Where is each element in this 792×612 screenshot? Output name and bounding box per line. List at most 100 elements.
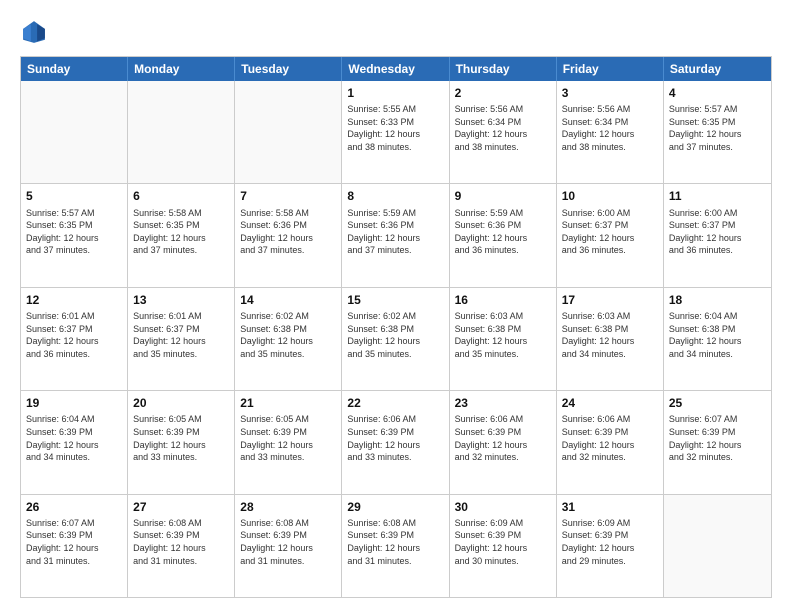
day-cell-14: 14Sunrise: 6:02 AM Sunset: 6:38 PM Dayli…: [235, 288, 342, 390]
day-number: 11: [669, 188, 766, 204]
day-number: 7: [240, 188, 336, 204]
day-cell-8: 8Sunrise: 5:59 AM Sunset: 6:36 PM Daylig…: [342, 184, 449, 286]
day-cell-4: 4 Sunrise: 5:57 AM Sunset: 6:35 PM Daylig…: [664, 81, 771, 183]
empty-cell-0-1: [128, 81, 235, 183]
calendar: SundayMondayTuesdayWednesdayThursdayFrid…: [20, 56, 772, 598]
day-number: 24: [562, 395, 658, 411]
day-number: 4: [669, 85, 766, 101]
calendar-row-1: 1 Sunrise: 5:55 AM Sunset: 6:33 PM Daylig…: [21, 81, 771, 184]
day-details: Sunrise: 6:00 AM Sunset: 6:37 PM Dayligh…: [669, 207, 766, 257]
weekday-header-sunday: Sunday: [21, 57, 128, 81]
weekday-header-monday: Monday: [128, 57, 235, 81]
day-details: Sunrise: 5:57 AM Sunset: 6:35 PM Dayligh…: [669, 103, 766, 153]
day-number: 26: [26, 499, 122, 515]
day-cell-17: 17Sunrise: 6:03 AM Sunset: 6:38 PM Dayli…: [557, 288, 664, 390]
day-number: 22: [347, 395, 443, 411]
empty-cell-0-2: [235, 81, 342, 183]
day-details: Sunrise: 6:07 AM Sunset: 6:39 PM Dayligh…: [669, 413, 766, 463]
day-details: Sunrise: 5:55 AM Sunset: 6:33 PM Dayligh…: [347, 103, 443, 153]
day-details: Sunrise: 5:58 AM Sunset: 6:36 PM Dayligh…: [240, 207, 336, 257]
day-number: 10: [562, 188, 658, 204]
day-number: 5: [26, 188, 122, 204]
day-number: 23: [455, 395, 551, 411]
day-cell-3: 3 Sunrise: 5:56 AM Sunset: 6:34 PM Daylig…: [557, 81, 664, 183]
day-details: Sunrise: 6:01 AM Sunset: 6:37 PM Dayligh…: [26, 310, 122, 360]
day-cell-23: 23 Sunrise: 6:06 AM Sunset: 6:39 PM Dayli…: [450, 391, 557, 493]
day-details: Sunrise: 6:03 AM Sunset: 6:38 PM Dayligh…: [455, 310, 551, 360]
day-number: 13: [133, 292, 229, 308]
day-number: 6: [133, 188, 229, 204]
calendar-row-2: 5 Sunrise: 5:57 AM Sunset: 6:35 PM Daylig…: [21, 184, 771, 287]
day-cell-19: 19 Sunrise: 6:04 AM Sunset: 6:39 PM Dayli…: [21, 391, 128, 493]
day-cell-18: 18Sunrise: 6:04 AM Sunset: 6:38 PM Dayli…: [664, 288, 771, 390]
day-cell-15: 15 Sunrise: 6:02 AM Sunset: 6:38 PM Dayli…: [342, 288, 449, 390]
day-details: Sunrise: 6:03 AM Sunset: 6:38 PM Dayligh…: [562, 310, 658, 360]
day-cell-30: 30 Sunrise: 6:09 AM Sunset: 6:39 PM Dayli…: [450, 495, 557, 597]
day-details: Sunrise: 5:57 AM Sunset: 6:35 PM Dayligh…: [26, 207, 122, 257]
day-details: Sunrise: 6:08 AM Sunset: 6:39 PM Dayligh…: [133, 517, 229, 567]
day-cell-1: 1 Sunrise: 5:55 AM Sunset: 6:33 PM Daylig…: [342, 81, 449, 183]
day-cell-16: 16 Sunrise: 6:03 AM Sunset: 6:38 PM Dayli…: [450, 288, 557, 390]
day-number: 20: [133, 395, 229, 411]
day-number: 2: [455, 85, 551, 101]
day-cell-13: 13 Sunrise: 6:01 AM Sunset: 6:37 PM Dayli…: [128, 288, 235, 390]
day-details: Sunrise: 5:59 AM Sunset: 6:36 PM Dayligh…: [347, 207, 443, 257]
calendar-row-3: 12 Sunrise: 6:01 AM Sunset: 6:37 PM Dayli…: [21, 288, 771, 391]
day-cell-31: 31Sunrise: 6:09 AM Sunset: 6:39 PM Dayli…: [557, 495, 664, 597]
day-details: Sunrise: 6:02 AM Sunset: 6:38 PM Dayligh…: [240, 310, 336, 360]
day-number: 12: [26, 292, 122, 308]
day-cell-29: 29 Sunrise: 6:08 AM Sunset: 6:39 PM Dayli…: [342, 495, 449, 597]
day-cell-10: 10 Sunrise: 6:00 AM Sunset: 6:37 PM Dayli…: [557, 184, 664, 286]
day-cell-22: 22 Sunrise: 6:06 AM Sunset: 6:39 PM Dayli…: [342, 391, 449, 493]
day-details: Sunrise: 6:00 AM Sunset: 6:37 PM Dayligh…: [562, 207, 658, 257]
day-details: Sunrise: 6:09 AM Sunset: 6:39 PM Dayligh…: [455, 517, 551, 567]
day-cell-25: 25Sunrise: 6:07 AM Sunset: 6:39 PM Dayli…: [664, 391, 771, 493]
calendar-body: 1 Sunrise: 5:55 AM Sunset: 6:33 PM Daylig…: [21, 81, 771, 597]
day-details: Sunrise: 6:08 AM Sunset: 6:39 PM Dayligh…: [240, 517, 336, 567]
day-cell-27: 27 Sunrise: 6:08 AM Sunset: 6:39 PM Dayli…: [128, 495, 235, 597]
day-details: Sunrise: 6:06 AM Sunset: 6:39 PM Dayligh…: [347, 413, 443, 463]
weekday-header-saturday: Saturday: [664, 57, 771, 81]
day-cell-5: 5 Sunrise: 5:57 AM Sunset: 6:35 PM Daylig…: [21, 184, 128, 286]
day-number: 31: [562, 499, 658, 515]
day-details: Sunrise: 6:06 AM Sunset: 6:39 PM Dayligh…: [455, 413, 551, 463]
day-cell-7: 7 Sunrise: 5:58 AM Sunset: 6:36 PM Daylig…: [235, 184, 342, 286]
day-details: Sunrise: 6:01 AM Sunset: 6:37 PM Dayligh…: [133, 310, 229, 360]
empty-cell-0-0: [21, 81, 128, 183]
day-cell-2: 2 Sunrise: 5:56 AM Sunset: 6:34 PM Daylig…: [450, 81, 557, 183]
header: [20, 18, 772, 46]
day-number: 30: [455, 499, 551, 515]
day-details: Sunrise: 5:58 AM Sunset: 6:35 PM Dayligh…: [133, 207, 229, 257]
day-details: Sunrise: 6:06 AM Sunset: 6:39 PM Dayligh…: [562, 413, 658, 463]
calendar-row-4: 19 Sunrise: 6:04 AM Sunset: 6:39 PM Dayli…: [21, 391, 771, 494]
day-cell-12: 12 Sunrise: 6:01 AM Sunset: 6:37 PM Dayli…: [21, 288, 128, 390]
day-cell-26: 26Sunrise: 6:07 AM Sunset: 6:39 PM Dayli…: [21, 495, 128, 597]
day-number: 19: [26, 395, 122, 411]
weekday-header-friday: Friday: [557, 57, 664, 81]
weekday-header-wednesday: Wednesday: [342, 57, 449, 81]
day-number: 18: [669, 292, 766, 308]
day-number: 15: [347, 292, 443, 308]
day-number: 27: [133, 499, 229, 515]
day-number: 16: [455, 292, 551, 308]
empty-cell-4-6: [664, 495, 771, 597]
day-cell-9: 9Sunrise: 5:59 AM Sunset: 6:36 PM Daylig…: [450, 184, 557, 286]
day-details: Sunrise: 5:56 AM Sunset: 6:34 PM Dayligh…: [455, 103, 551, 153]
day-number: 29: [347, 499, 443, 515]
day-cell-11: 11 Sunrise: 6:00 AM Sunset: 6:37 PM Dayli…: [664, 184, 771, 286]
day-number: 1: [347, 85, 443, 101]
calendar-header: SundayMondayTuesdayWednesdayThursdayFrid…: [21, 57, 771, 81]
day-cell-28: 28Sunrise: 6:08 AM Sunset: 6:39 PM Dayli…: [235, 495, 342, 597]
day-cell-20: 20Sunrise: 6:05 AM Sunset: 6:39 PM Dayli…: [128, 391, 235, 493]
day-number: 3: [562, 85, 658, 101]
day-details: Sunrise: 6:02 AM Sunset: 6:38 PM Dayligh…: [347, 310, 443, 360]
day-details: Sunrise: 6:05 AM Sunset: 6:39 PM Dayligh…: [240, 413, 336, 463]
page: SundayMondayTuesdayWednesdayThursdayFrid…: [0, 0, 792, 612]
day-number: 9: [455, 188, 551, 204]
weekday-header-thursday: Thursday: [450, 57, 557, 81]
day-details: Sunrise: 5:56 AM Sunset: 6:34 PM Dayligh…: [562, 103, 658, 153]
day-cell-21: 21Sunrise: 6:05 AM Sunset: 6:39 PM Dayli…: [235, 391, 342, 493]
day-cell-24: 24 Sunrise: 6:06 AM Sunset: 6:39 PM Dayli…: [557, 391, 664, 493]
day-details: Sunrise: 6:04 AM Sunset: 6:39 PM Dayligh…: [26, 413, 122, 463]
day-details: Sunrise: 6:08 AM Sunset: 6:39 PM Dayligh…: [347, 517, 443, 567]
